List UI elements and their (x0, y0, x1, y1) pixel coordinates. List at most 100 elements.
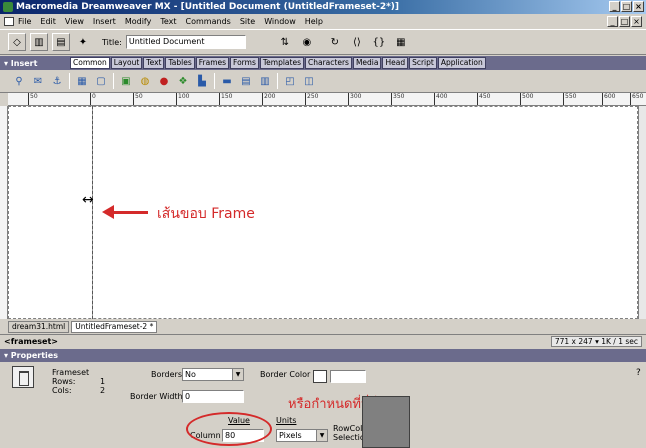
tab-dream31[interactable]: dream31.html (8, 321, 70, 333)
file-management-icon[interactable]: ⇅ (276, 33, 294, 51)
units-select[interactable]: Pixels ▼ (276, 429, 328, 442)
menu-text[interactable]: Text (160, 17, 176, 26)
horizontal-rule-icon[interactable]: ▬ (220, 74, 234, 88)
date-icon[interactable]: ▤ (239, 74, 253, 88)
maximize-button[interactable]: □ (621, 1, 632, 12)
tab-layout[interactable]: Layout (110, 57, 143, 69)
design-view-icon[interactable]: ▤ (52, 33, 70, 51)
layer-icon[interactable]: ▢ (94, 74, 108, 88)
menu-window[interactable]: Window (264, 17, 296, 26)
tag-chooser-icon[interactable]: ◫ (302, 74, 316, 88)
ruler-tick: 650 (629, 93, 644, 105)
table-icon[interactable]: ▦ (75, 74, 89, 88)
tab-script[interactable]: Script (409, 57, 437, 69)
rowcol-selection-label: RowCol Selection (333, 424, 370, 442)
document-tabs: dream31.html UntitledFrameset-2 * (8, 319, 646, 333)
ruler-tick: 100 (175, 93, 190, 105)
tag-selector[interactable]: <frameset> (4, 337, 58, 346)
border-color-input[interactable] (330, 370, 366, 383)
document-title-input[interactable]: Untitled Document (125, 35, 246, 49)
borders-select[interactable]: No ▼ (182, 368, 244, 381)
cols-label: Cols: (52, 386, 72, 395)
highlight-circle (186, 412, 272, 446)
image-icon[interactable]: ▣ (119, 74, 133, 88)
ruler-tick: 550 (562, 93, 577, 105)
border-color-swatch[interactable] (313, 370, 327, 383)
document-icon[interactable] (4, 17, 14, 26)
code-navigation-icon[interactable]: {} (370, 33, 388, 51)
help-icon[interactable]: ? (636, 368, 641, 378)
rowcol-selection-preview[interactable] (362, 396, 410, 448)
close-button[interactable]: × (633, 1, 644, 12)
image-placeholder-icon[interactable]: ◍ (138, 74, 152, 88)
minimize-button[interactable]: _ (609, 1, 620, 12)
rows-value: 1 (100, 377, 106, 386)
ruler-tick: 450 (476, 93, 491, 105)
refresh-icon[interactable]: ↻ (326, 33, 344, 51)
border-color-label: Border Color (260, 370, 311, 379)
doc-close-button[interactable]: × (631, 16, 642, 27)
frame-border[interactable] (92, 106, 93, 319)
named-anchor-icon[interactable]: ⚓ (50, 74, 64, 88)
menu-insert[interactable]: Insert (93, 17, 116, 26)
menu-edit[interactable]: Edit (40, 17, 56, 26)
separator (277, 73, 278, 89)
window-titlebar: Macromedia Dreamweaver MX - [Untitled Do… (0, 0, 646, 14)
menu-help[interactable]: Help (305, 17, 323, 26)
hyperlink-icon[interactable]: ⚲ (12, 74, 26, 88)
border-width-input[interactable]: 0 (182, 390, 244, 403)
view-options-icon[interactable]: ▦ (392, 33, 410, 51)
resize-cursor-icon: ↔ (82, 192, 94, 208)
properties-panel-header[interactable]: ▾ Properties (0, 349, 646, 362)
tab-common[interactable]: Common (70, 57, 110, 69)
tab-characters[interactable]: Characters (305, 57, 352, 69)
email-link-icon[interactable]: ✉ (31, 74, 45, 88)
vertical-ruler (0, 106, 8, 319)
ruler-corner (0, 93, 8, 106)
code-view-icon[interactable]: ◇ (8, 33, 26, 51)
title-label: Title: (102, 37, 122, 47)
units-value: Pixels (279, 431, 302, 440)
fireworks-html-icon[interactable]: ▙ (195, 74, 209, 88)
units-label: Units (276, 416, 297, 425)
ruler-tick: 50 (133, 93, 143, 105)
tab-untitled-frameset[interactable]: UntitledFrameset-2 * (71, 321, 158, 333)
borders-label: Borders (151, 370, 182, 379)
menu-file[interactable]: File (18, 17, 31, 26)
vertical-scrollbar[interactable] (638, 106, 646, 319)
live-data-icon[interactable]: ✦ (74, 33, 92, 51)
ruler-tick: 350 (390, 93, 405, 105)
reference-icon[interactable]: ⟨⟩ (348, 33, 366, 51)
window-controls: _ □ × (609, 1, 644, 12)
window-size-indicator[interactable]: 771 x 247 ▾ 1K / 1 sec (550, 336, 642, 347)
tab-application[interactable]: Application (437, 57, 486, 69)
separator (69, 73, 70, 89)
tab-forms[interactable]: Forms (230, 57, 259, 69)
rows-label: Rows: (52, 377, 76, 386)
document-toolbar: ◇ ▥ ▤ ✦ Title: Untitled Document ⇅ ◉ ↻ ⟨… (0, 29, 646, 55)
menu-modify[interactable]: Modify (125, 17, 152, 26)
tab-head[interactable]: Head (382, 57, 409, 69)
tab-frames[interactable]: Frames (195, 57, 230, 69)
border-width-label: Border Width (130, 392, 183, 401)
ruler-tick: 150 (218, 93, 233, 105)
rollover-image-icon[interactable]: ❖ (176, 74, 190, 88)
frame-border-annotation: เส้นขอบ Frame (157, 206, 255, 222)
tab-templates[interactable]: Templates (259, 57, 304, 69)
doc-minimize-button[interactable]: _ (607, 16, 618, 27)
menu-site[interactable]: Site (240, 17, 255, 26)
comment-icon[interactable]: ◰ (283, 74, 297, 88)
tab-tables[interactable]: Tables (165, 57, 195, 69)
split-view-icon[interactable]: ▥ (30, 33, 48, 51)
cols-value: 2 (100, 386, 106, 395)
menu-view[interactable]: View (65, 17, 84, 26)
tabular-data-icon[interactable]: ▥ (258, 74, 272, 88)
tab-media[interactable]: Media (352, 57, 382, 69)
tab-text[interactable]: Text (143, 57, 165, 69)
flash-icon[interactable]: ● (157, 74, 171, 88)
insert-panel-title[interactable]: ▾ Insert (0, 59, 70, 68)
window-title: Macromedia Dreamweaver MX - [Untitled Do… (16, 2, 400, 12)
doc-restore-button[interactable]: □ (619, 16, 630, 27)
menu-commands[interactable]: Commands (186, 17, 231, 26)
preview-browser-icon[interactable]: ◉ (298, 33, 316, 51)
